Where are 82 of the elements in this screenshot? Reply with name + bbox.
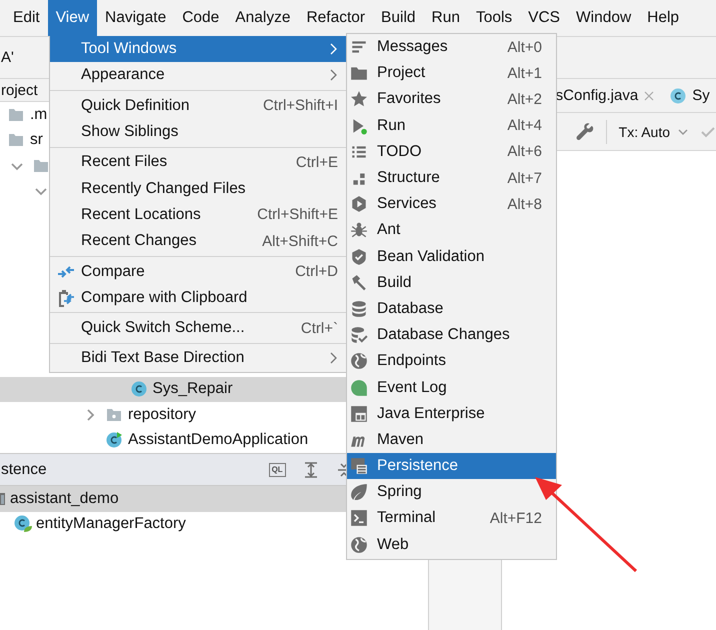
folder-icon (8, 132, 24, 148)
menu-item[interactable]: Bean Validation (347, 244, 556, 270)
close-icon[interactable] (644, 90, 654, 100)
menu-item[interactable]: Recent Files Ctrl+E (50, 149, 346, 176)
menu-bar-item[interactable]: Run (424, 0, 468, 36)
menu-bar-item[interactable]: Refactor (298, 0, 374, 36)
globe-icon (350, 352, 368, 370)
breadcrumb: A' (1, 49, 14, 66)
menu-item[interactable]: Build (347, 270, 556, 296)
compare-arrows-icon (56, 264, 74, 280)
speech-bubble-icon (350, 378, 368, 397)
transaction-mode-dropdown[interactable]: Tx: Auto (618, 124, 688, 140)
menu-item[interactable]: Web (347, 532, 556, 558)
menu-item[interactable]: Compare Ctrl+D (50, 258, 346, 285)
star-icon (350, 90, 368, 108)
bug-icon (350, 221, 368, 240)
menu-item[interactable]: Ant (347, 217, 556, 244)
menu-item[interactable]: Structure Alt+7 (347, 164, 556, 192)
menu-item[interactable]: Favorites Alt+2 (347, 86, 556, 113)
menu-item[interactable]: Run Alt+4 (347, 112, 556, 139)
panel-title[interactable]: stence (1, 460, 47, 478)
leaf-icon (350, 483, 368, 502)
menu-item[interactable]: Maven (347, 426, 556, 453)
tree-item-label[interactable]: .m (30, 106, 48, 124)
menu-item[interactable]: Show Siblings (50, 118, 346, 146)
menu-bar-item[interactable]: Code (174, 0, 228, 36)
menu-item[interactable]: Persistence (347, 453, 556, 480)
folder-icon (106, 406, 122, 423)
tree-item-label[interactable]: assistant_demo (10, 490, 119, 508)
menu-item[interactable]: Recent Changes Alt+Shift+C (50, 228, 346, 254)
menu-bar-item[interactable]: Navigate (97, 0, 174, 36)
menu-bar-item[interactable]: Analyze (227, 0, 298, 36)
menu-item[interactable]: Bidi Text Base Direction (50, 345, 346, 372)
menu-item[interactable]: Recently Changed Files (50, 175, 346, 202)
tree-item-label[interactable]: entityManagerFactory (36, 515, 186, 534)
shield-check-icon (350, 248, 368, 266)
menu-bar-item[interactable]: Build (373, 0, 424, 36)
menu-item[interactable]: Tool Windows (50, 36, 346, 62)
menu-item[interactable]: Database (347, 296, 556, 322)
menu-bar-item[interactable]: Help (639, 0, 688, 36)
menu-item[interactable]: Java Enterprise (347, 400, 556, 427)
menu-item[interactable]: Quick Switch Scheme... Ctrl+` (50, 314, 346, 342)
tree-item-label[interactable]: AssistantDemoApplication (128, 431, 308, 450)
menu-bar-item[interactable]: Window (568, 0, 640, 36)
class-icon (14, 515, 32, 534)
menu-item[interactable]: Database Changes (347, 322, 556, 348)
menu-item[interactable]: Messages Alt+0 (347, 34, 556, 60)
panel-title[interactable]: roject (1, 82, 38, 98)
folder-icon (8, 106, 24, 123)
window-icon (350, 404, 368, 423)
wrench-icon[interactable] (576, 122, 594, 140)
menu-bar-item[interactable]: Edit (5, 0, 48, 36)
editor-tab[interactable]: sConfig.java (556, 87, 654, 104)
hammer-icon (350, 274, 368, 292)
menu-bar-item[interactable]: Tools (468, 0, 520, 36)
class-icon (670, 88, 686, 104)
tree-item-label[interactable]: sr (30, 131, 43, 150)
class-icon (130, 381, 146, 398)
terminal-icon (350, 509, 368, 528)
menu-item[interactable]: Quick Definition Ctrl+Shift+I (50, 92, 346, 119)
globe-icon (350, 536, 368, 554)
class-icon (106, 432, 122, 448)
menu-item[interactable]: Recent Locations Ctrl+Shift+E (50, 202, 346, 228)
menu-item[interactable]: Compare with Clipboard (50, 284, 346, 311)
menu-item[interactable]: Project Alt+1 (347, 60, 556, 86)
tree-item-label[interactable]: Sys_Repair (152, 380, 233, 398)
menu-item[interactable]: Appearance (50, 62, 346, 89)
stack-icon (350, 457, 368, 476)
ql-button[interactable]: QL (268, 462, 286, 476)
menu-item[interactable]: Services Alt+8 (347, 191, 556, 218)
menu-item[interactable]: TODO Alt+6 (347, 138, 556, 165)
menu-bar-item[interactable]: View (48, 0, 98, 36)
expand-all-icon[interactable] (302, 462, 319, 478)
database-icon (350, 300, 368, 318)
hexagon-play-icon (350, 195, 368, 214)
menu-bar-item[interactable]: VCS (520, 0, 568, 36)
tree-item-label[interactable]: repository (128, 406, 196, 424)
menu-item[interactable]: Endpoints (347, 348, 556, 374)
chevron-down-icon (678, 126, 688, 136)
editor-tab[interactable]: Sy (670, 87, 710, 104)
database-check-icon (350, 326, 368, 344)
clipboard-compare-icon (56, 288, 74, 307)
